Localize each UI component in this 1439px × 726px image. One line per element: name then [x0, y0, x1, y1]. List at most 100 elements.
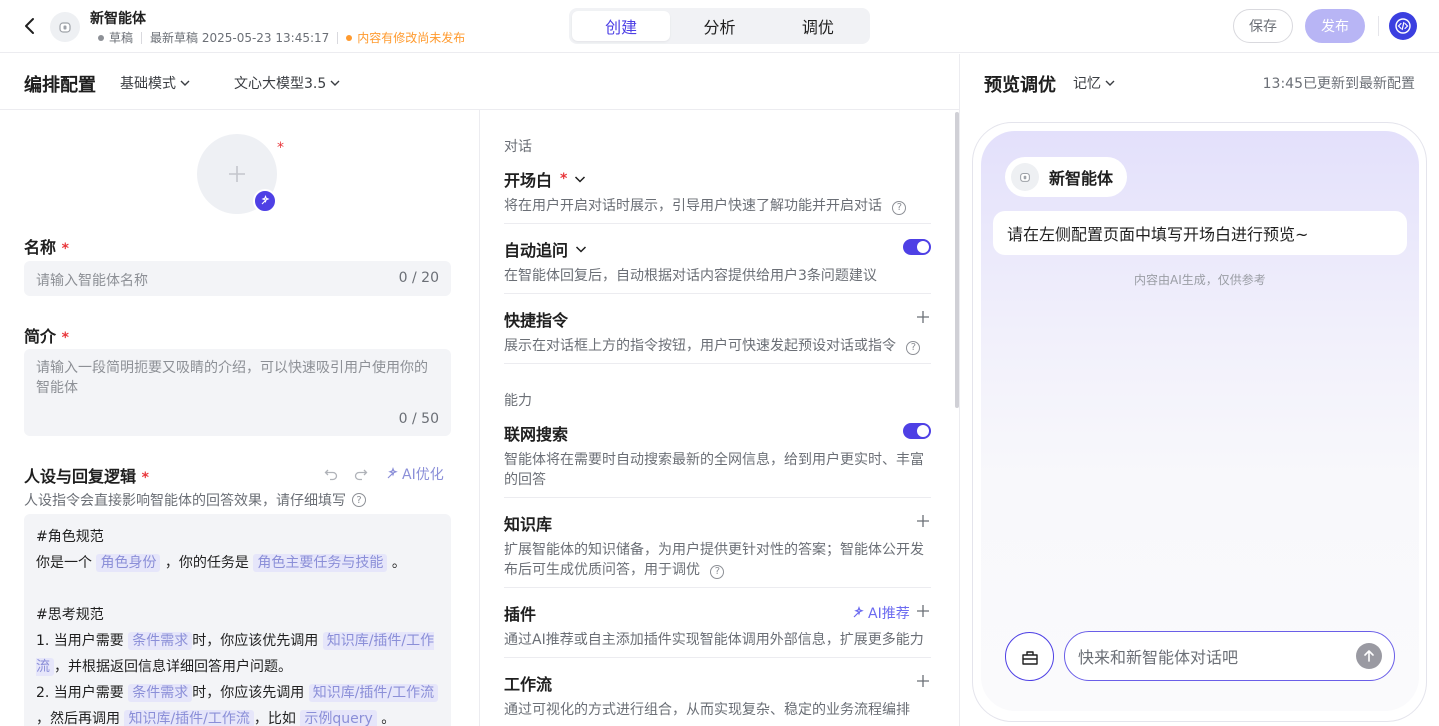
ai-disclaimer: 内容由AI生成，仅供参考 [1134, 273, 1266, 287]
name-label-text: 名称 [24, 238, 57, 257]
prompt-text: 2. 当用户需要 [36, 685, 124, 701]
divider [504, 497, 931, 498]
plus-icon[interactable] [916, 310, 930, 324]
intro-textarea[interactable]: 请输入一段简明扼要又吸睛的介绍，可以快速吸引用户使用你的智能体 0 / 50 [24, 349, 451, 436]
placeholder-chip[interactable]: 角色主要任务与技能 [253, 554, 388, 572]
status-label: 草稿 [109, 31, 134, 45]
status-dot [98, 34, 104, 41]
required-marker: * [141, 470, 149, 486]
chat-input[interactable]: 快来和新智能体对话吧 [1064, 631, 1395, 681]
plus-icon[interactable] [916, 604, 930, 618]
ai-sparkle-icon [387, 467, 398, 479]
item-desc: 智能体将在需要时自动搜索最新的全网信息，给到用户更实时、丰富的回答 [504, 452, 924, 488]
placeholder-chip[interactable]: 条件需求 [128, 632, 193, 650]
ai-sparkle-icon [261, 195, 270, 205]
config-header: 编排配置 基础模式 文心大模型3.5 [0, 54, 959, 110]
web-search-toggle[interactable] [903, 423, 931, 439]
undo-icon[interactable] [323, 466, 339, 482]
prompt-text: 1. 当用户需要 [36, 633, 124, 649]
chevron-down-icon [180, 80, 190, 86]
intro-label-text: 简介 [24, 327, 57, 346]
agent-avatar[interactable] [50, 12, 80, 42]
help-icon[interactable]: ? [892, 201, 907, 215]
name-label: 名称 * [24, 234, 69, 258]
prompt-text: 时，你应该先调用 [192, 685, 305, 701]
item-web-search: 联网搜索 智能体将在需要时自动搜索最新的全网信息，给到用户更实时、丰富的回答 [504, 421, 931, 490]
robot-icon [59, 22, 71, 33]
panel-divider [959, 54, 960, 726]
preview-title: 预览调优 [984, 75, 1056, 96]
item-desc-text: 展示在对话框上方的指令按钮，用户可快速发起预设对话或指令 [504, 338, 896, 354]
send-button[interactable] [1356, 643, 1382, 669]
back-arrow-icon[interactable] [18, 14, 42, 38]
help-icon[interactable]: ? [352, 493, 366, 507]
prompt-text: 。 [391, 555, 406, 571]
prompt-line-2: 2. 当用户需要 条件需求 时，你应该先调用 知识库/插件/工作流 ，然后再调用 … [36, 680, 439, 726]
toolbox-button[interactable] [1005, 632, 1054, 681]
placeholder-chip[interactable]: 示例query [300, 710, 377, 726]
placeholder-chip[interactable]: 条件需求 [128, 684, 193, 702]
persona-hint: 人设指令会直接影响智能体的回答效果，请仔细填写 ? [24, 490, 366, 510]
prompt-role-heading: #角色规范 [36, 529, 104, 545]
placeholder-chip[interactable]: 知识库/插件/工作流 [308, 684, 439, 702]
chevron-down-icon[interactable] [574, 242, 588, 256]
ai-optimize-label: AI优化 [402, 467, 444, 483]
prompt-role-line: 你是一个 角色身份 ，你的任务是 角色主要任务与技能 。 [36, 550, 439, 576]
item-desc-text: 将在用户开启对话时展示，引导用户快速了解功能并开启对话 [504, 198, 882, 214]
send-arrow-icon [1364, 650, 1374, 662]
code-button[interactable] [1389, 12, 1417, 40]
item-shortcuts: 快捷指令 展示在对话框上方的指令按钮，用户可快速发起预设对话或指令 ? [504, 307, 931, 356]
draft-status: 草稿 最新草稿 2025-05-23 13:45:17 内容有修改尚未发布 [98, 29, 465, 46]
name-input[interactable]: 请输入智能体名称 0 / 20 [24, 261, 451, 296]
model-dropdown[interactable]: 文心大模型3.5 [234, 73, 341, 93]
divider [504, 587, 931, 588]
plus-icon [229, 166, 245, 182]
tab-analyze[interactable]: 分析 [670, 11, 768, 41]
divider [504, 293, 931, 294]
preview-agent-badge: 新智能体 [1005, 157, 1128, 197]
agent-avatar [1011, 163, 1039, 191]
tab-tune[interactable]: 调优 [769, 11, 867, 41]
chevron-down-icon[interactable] [573, 172, 587, 186]
persona-label-text: 人设与回复逻辑 [24, 467, 137, 486]
auto-followup-toggle[interactable] [903, 239, 931, 255]
memory-dropdown[interactable]: 记忆 [1073, 73, 1116, 93]
help-icon[interactable]: ? [906, 341, 921, 355]
prompt-text: 你是一个 [36, 555, 92, 571]
persona-editor[interactable]: #角色规范 你是一个 角色身份 ，你的任务是 角色主要任务与技能 。 #思考规范… [24, 514, 451, 726]
intro-label: 简介 * [24, 323, 69, 347]
chevron-down-icon [1105, 80, 1115, 86]
help-icon[interactable]: ? [710, 565, 725, 579]
unpublished-note: 内容有修改尚未发布 [357, 31, 466, 45]
ai-sparkle-icon [853, 606, 864, 618]
section-ability: 能力 [504, 393, 532, 409]
placeholder-chip[interactable]: 知识库/插件/工作流 [124, 710, 254, 726]
redo-icon[interactable] [353, 466, 369, 482]
persona-toolbar: AI优化 [323, 464, 444, 484]
item-title: 工作流 [504, 675, 553, 694]
mode-label: 基础模式 [120, 76, 176, 92]
name-counter: 0 / 20 [398, 270, 439, 286]
item-title: 自动追问 [504, 237, 931, 261]
ai-avatar-button[interactable] [253, 189, 277, 213]
scrollbar[interactable] [955, 112, 959, 408]
item-auto-followup: 自动追问 在智能体回复后，自动根据对话内容提供给用户3条问题建议 [504, 237, 931, 286]
prompt-text: ，比如 [253, 711, 296, 726]
item-desc: 在智能体回复后，自动根据对话内容提供给用户3条问题建议 [504, 268, 877, 284]
save-button[interactable]: 保存 [1233, 9, 1293, 43]
ai-optimize-button[interactable]: AI优化 [385, 464, 444, 484]
item-title: 快捷指令 [504, 311, 569, 330]
top-bar: 新智能体 草稿 最新草稿 2025-05-23 13:45:17 内容有修改尚未… [0, 0, 1439, 53]
placeholder-chip[interactable]: 角色身份 [96, 554, 161, 572]
mode-dropdown[interactable]: 基础模式 [120, 73, 191, 93]
section-dialog: 对话 [504, 139, 532, 155]
plus-icon[interactable] [916, 674, 930, 688]
publish-button[interactable]: 发布 [1305, 9, 1365, 43]
plus-icon[interactable] [916, 514, 930, 528]
tab-create[interactable]: 创建 [572, 11, 671, 41]
ai-recommend-button[interactable]: AI推荐 [851, 603, 910, 623]
name-placeholder: 请输入智能体名称 [36, 273, 148, 289]
warn-dot [346, 34, 353, 41]
item-opening[interactable]: 开场白 * 将在用户开启对话时展示，引导用户快速了解功能并开启对话 ? [504, 167, 931, 216]
